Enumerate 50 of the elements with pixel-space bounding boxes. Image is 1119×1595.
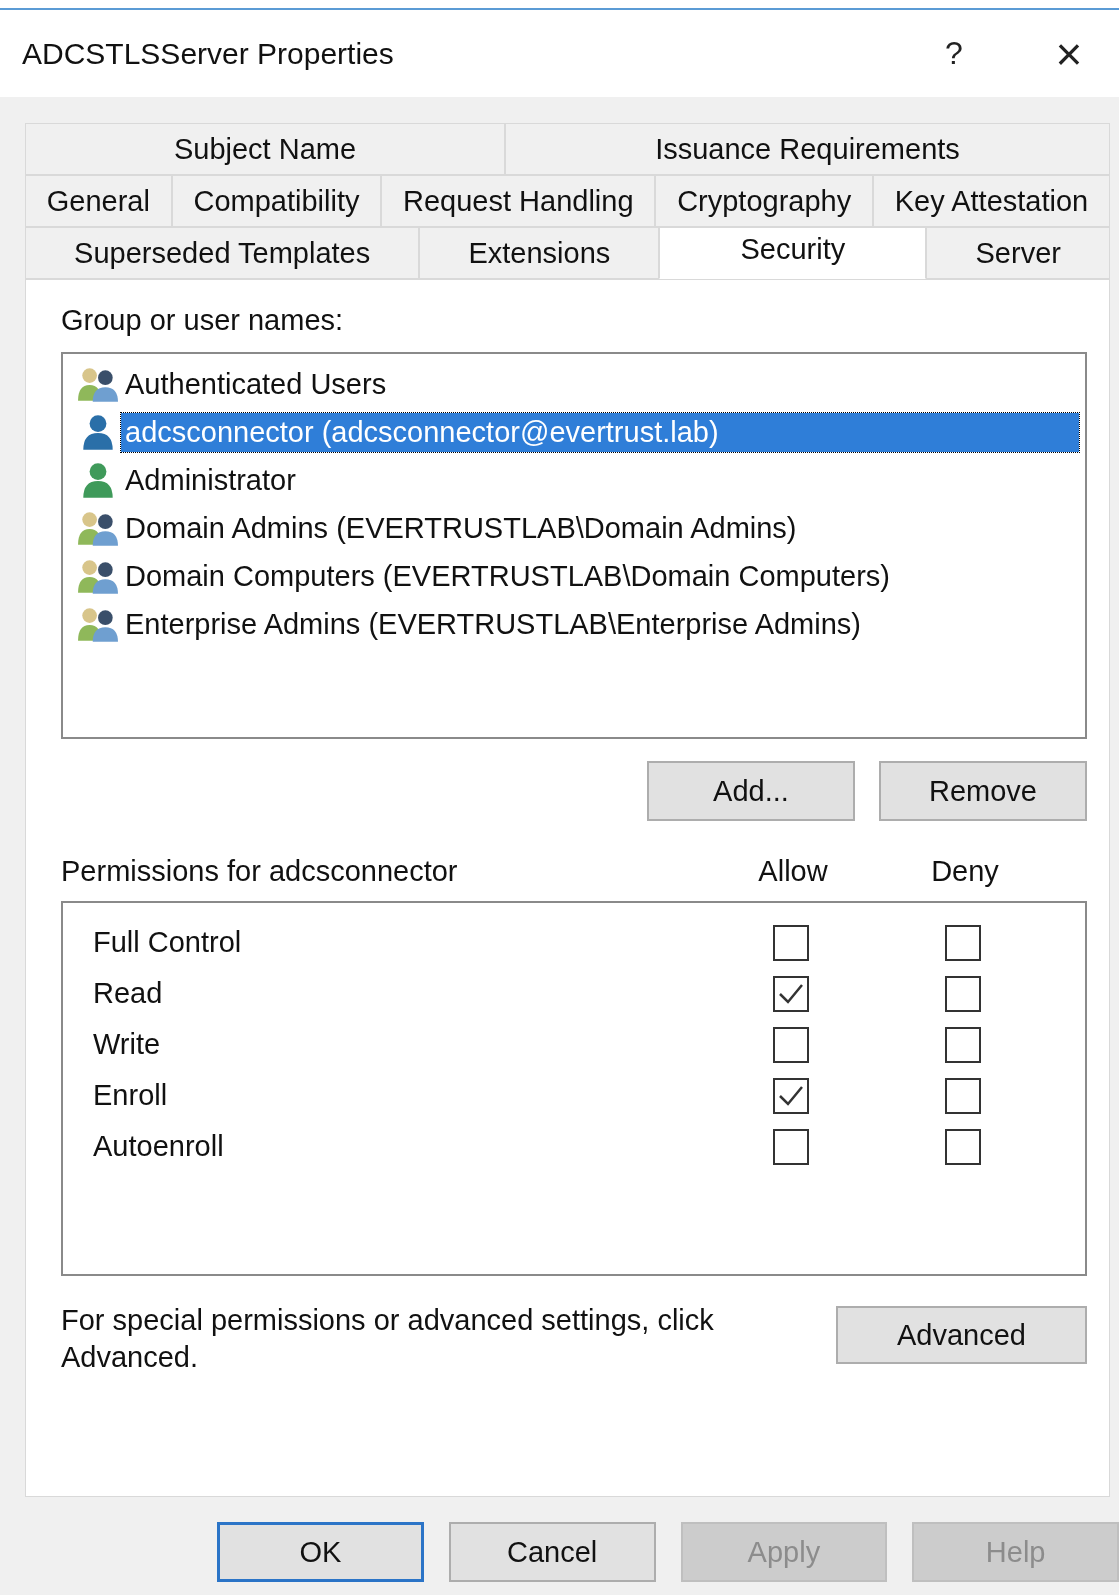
permissions-label: Permissions for adcsconnector xyxy=(61,854,459,888)
tab[interactable]: Extensions xyxy=(419,227,660,279)
user-list-item[interactable]: Domain Admins (EVERTRUSTLAB\Domain Admins) xyxy=(121,508,801,548)
permission-name: Enroll xyxy=(93,1079,169,1112)
tab[interactable]: Compatibility xyxy=(171,175,382,227)
tab[interactable]: Security xyxy=(659,227,927,279)
user-list-item[interactable]: Enterprise Admins (EVERTRUSTLAB\Enterprise Admins) xyxy=(121,604,865,644)
permission-name: Write xyxy=(93,1028,162,1061)
user-list[interactable] xyxy=(61,352,1087,739)
permission-name: Read xyxy=(93,977,164,1010)
close-button[interactable]: × xyxy=(1044,26,1094,81)
permission-name: Autoenroll xyxy=(93,1130,225,1163)
tab[interactable]: Subject Name xyxy=(25,123,505,175)
allow-header: Allow xyxy=(757,854,829,888)
allow-checkbox[interactable] xyxy=(773,924,809,961)
deny-checkbox[interactable] xyxy=(945,924,981,961)
user-list-item[interactable]: adcsconnector (adcsconnector@evertrust.lab) xyxy=(121,412,1079,452)
allow-checkbox[interactable] xyxy=(773,1077,809,1114)
tab[interactable]: Superseded Templates xyxy=(25,227,420,279)
help-button[interactable]: ? xyxy=(939,35,969,72)
users-icon xyxy=(77,557,119,595)
permission-name: Full Control xyxy=(93,926,243,959)
tab[interactable]: Key Attestation xyxy=(873,175,1110,227)
deny-checkbox[interactable] xyxy=(945,1026,981,1063)
advanced-hint: For special permissions or advanced settings, click Advanced. xyxy=(61,1303,715,1375)
window-title: ADCSTLSServer Properties xyxy=(22,36,395,71)
user-list-item[interactable]: Authenticated Users xyxy=(121,364,391,404)
deny-header: Deny xyxy=(930,854,1000,888)
deny-checkbox[interactable] xyxy=(945,975,981,1012)
allow-checkbox[interactable] xyxy=(773,975,809,1012)
dialog-button[interactable]: Cancel xyxy=(448,1522,656,1582)
dialog-button[interactable]: OK xyxy=(217,1522,424,1582)
allow-checkbox[interactable] xyxy=(773,1128,809,1165)
tab[interactable]: Request Handling xyxy=(381,175,656,227)
add-button[interactable]: Add... xyxy=(647,761,855,821)
deny-checkbox[interactable] xyxy=(945,1128,981,1165)
remove-button[interactable]: Remove xyxy=(879,761,1087,821)
users-icon xyxy=(77,509,119,547)
tab[interactable]: Issuance Requirements xyxy=(505,123,1110,175)
deny-checkbox[interactable] xyxy=(945,1077,981,1114)
user-list-item[interactable]: Domain Computers (EVERTRUSTLAB\Domain Computers) xyxy=(121,556,894,596)
tab[interactable]: Cryptography xyxy=(655,175,873,227)
group-label: Group or user names: xyxy=(61,303,345,338)
users-icon xyxy=(77,365,119,403)
users-icon xyxy=(77,605,119,643)
allow-checkbox[interactable] xyxy=(773,1026,809,1063)
tab[interactable]: Server xyxy=(926,227,1111,279)
advanced-button[interactable]: Advanced xyxy=(836,1306,1087,1364)
user-list-item[interactable]: Administrator xyxy=(121,460,300,500)
tab[interactable]: General xyxy=(25,175,172,227)
